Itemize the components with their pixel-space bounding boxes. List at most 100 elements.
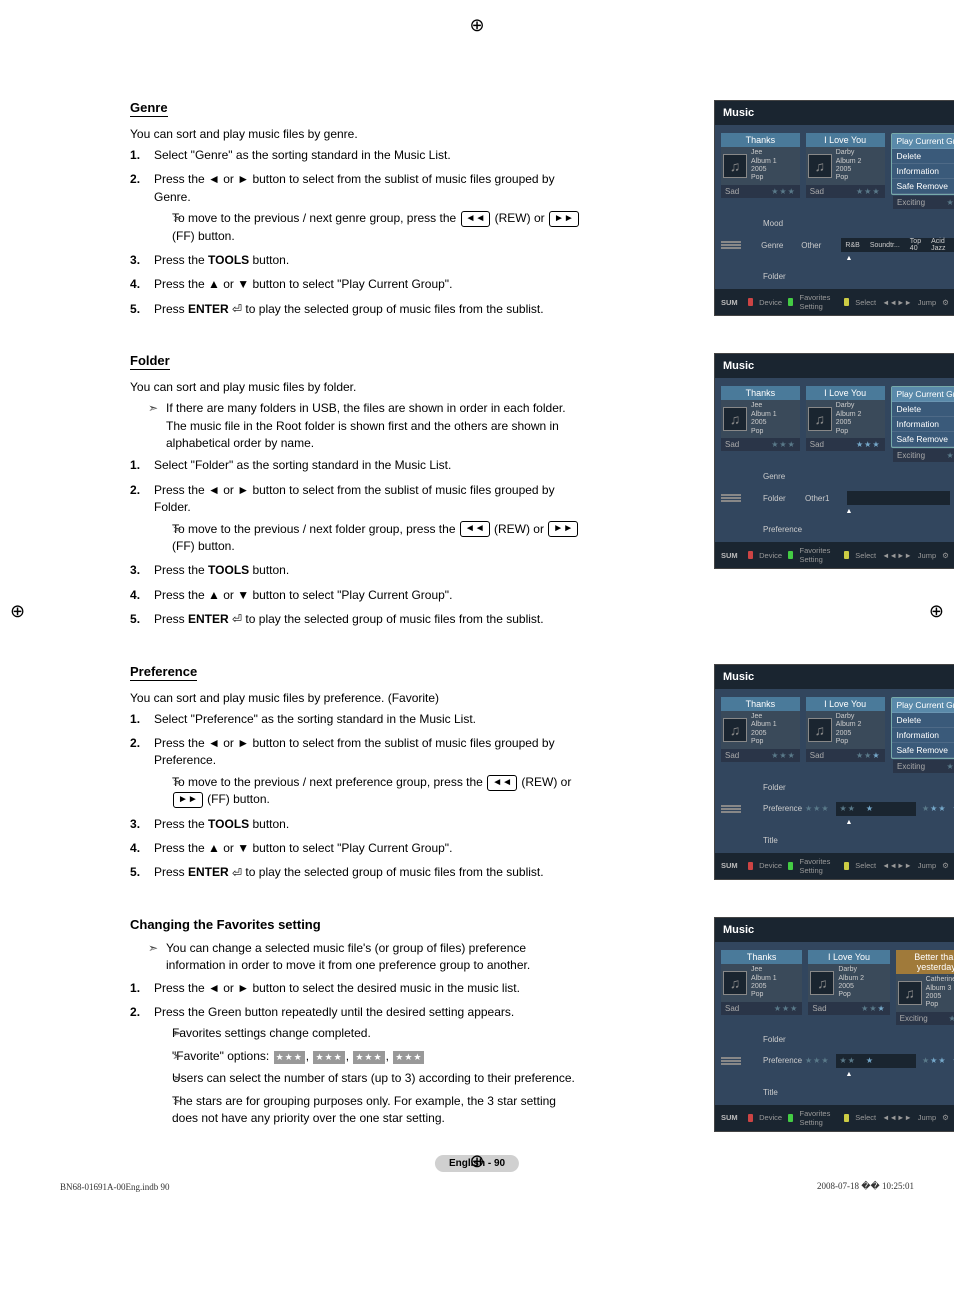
genre-intro: You can sort and play music files by gen… bbox=[130, 127, 580, 141]
text: Press the ◄ or ► button to select from t… bbox=[154, 483, 555, 514]
pref-step-5: 5 Press ENTER ⏎ to play the selected gro… bbox=[130, 864, 580, 882]
stars-1: ★★★ bbox=[861, 1004, 886, 1013]
screenshot-footer: SUM Device Favorites Setting Select ◄◄►►… bbox=[715, 289, 954, 315]
artist: Jee bbox=[751, 149, 777, 157]
genre-step-2: 2Press the ◄ or ► button to select from … bbox=[130, 171, 580, 245]
tools-label: TOOLS bbox=[208, 817, 249, 831]
category-row-preference-active: Preference ★★★ ★★★ ★★★ ★★★ bbox=[721, 1054, 954, 1068]
screenshot-footer: SUM Device Favorites Setting Select ◄◄►►… bbox=[715, 542, 954, 568]
menu-safe-remove[interactable]: Safe Remove bbox=[892, 743, 954, 758]
tile-title: I Love You bbox=[806, 133, 885, 147]
menu-safe-remove[interactable]: Safe Remove bbox=[892, 432, 954, 447]
stars: ★★★ bbox=[856, 187, 881, 196]
music-tile-1: Thanks ♫ JeeAlbum 12005Pop Sad★★★ bbox=[721, 133, 800, 198]
genre-tag: Pop bbox=[751, 174, 777, 182]
folder-step-4: 4Press the ▲ or ▼ button to select "Play… bbox=[130, 587, 580, 604]
triangle-up-icon: ▲ bbox=[846, 1071, 853, 1078]
album: Album 3 bbox=[926, 985, 954, 993]
tools-icon: ⚙ bbox=[942, 1113, 949, 1122]
list-icon bbox=[721, 1057, 741, 1065]
menu-delete[interactable]: Delete bbox=[892, 402, 954, 417]
mood: Exciting bbox=[900, 1014, 928, 1023]
text: Select "Folder" as the sorting standard … bbox=[154, 458, 451, 472]
genre-step-4: 4Press the ▲ or ▼ button to select "Play… bbox=[130, 276, 580, 293]
cat-folder: Folder bbox=[763, 783, 799, 792]
genre-step-3: 3 Press the TOOLS button. bbox=[130, 252, 580, 269]
screenshot-footer: SUM Device Favorites Setting Select ◄◄►►… bbox=[715, 1105, 954, 1131]
star-opt-2: ★★★ bbox=[353, 1051, 384, 1064]
context-menu: Play Current Group Delete Information Sa… bbox=[891, 697, 954, 759]
menu-delete[interactable]: Delete bbox=[892, 149, 954, 164]
music-note-icon: ♫ bbox=[723, 407, 747, 431]
stars: ★★★ bbox=[948, 1014, 954, 1023]
stars: ★★★ bbox=[771, 751, 796, 760]
menu-play-current[interactable]: Play Current Group bbox=[892, 387, 954, 402]
text: "Favorite" options: bbox=[172, 1049, 273, 1063]
music-note-icon: ♫ bbox=[808, 154, 832, 178]
context-menu: Play Current Group Delete Information Sa… bbox=[891, 386, 954, 448]
fav-b4: The stars are for grouping purposes only… bbox=[154, 1093, 580, 1128]
preference-intro: You can sort and play music files by pre… bbox=[130, 691, 580, 705]
album: Album 1 bbox=[751, 158, 777, 166]
jump-label: Jump bbox=[918, 298, 936, 307]
menu-information[interactable]: Information bbox=[892, 417, 954, 432]
category-row-genre: Genre Other R&B Soundtr... Top 40 Acid J… bbox=[721, 238, 954, 252]
fav-step-1: 1Press the ◄ or ► button to select the d… bbox=[130, 980, 580, 997]
cat-label: Mood bbox=[763, 219, 799, 228]
mood: Sad bbox=[725, 1004, 739, 1013]
text: to play the selected group of music file… bbox=[242, 865, 543, 879]
tile-title: Better than yesterday bbox=[896, 950, 954, 974]
fav-label: Favorites Setting bbox=[799, 293, 837, 311]
album: Album 2 bbox=[836, 411, 862, 419]
tile-title: I Love You bbox=[808, 950, 889, 964]
tile-title: Thanks bbox=[721, 697, 800, 711]
cat-label: Preference bbox=[763, 804, 799, 813]
artist: Darby bbox=[836, 402, 862, 410]
sh-title: Music bbox=[715, 354, 954, 378]
favorites-note: You can change a selected music file's (… bbox=[130, 940, 580, 975]
mood: Sad bbox=[810, 187, 824, 196]
preference-heading: Preference bbox=[130, 664, 197, 681]
green-button-icon bbox=[788, 862, 793, 870]
ff-button-icon: ►► bbox=[548, 521, 578, 537]
menu-information[interactable]: Information bbox=[892, 164, 954, 179]
pref-2: ★★★ bbox=[922, 804, 947, 813]
select-label: Select bbox=[855, 298, 876, 307]
screenshot-genre: Music Thanks ♫ JeeAlbum 12005Pop Sad★★★ … bbox=[714, 100, 954, 316]
music-note-icon: ♫ bbox=[723, 718, 747, 742]
device-label: Device bbox=[759, 1113, 782, 1122]
genre-tag: Pop bbox=[926, 1001, 954, 1009]
menu-play-current[interactable]: Play Current Group bbox=[892, 698, 954, 713]
fav-step-2: 2Press the Green button repeatedly until… bbox=[130, 1004, 580, 1127]
album: Album 1 bbox=[751, 975, 777, 983]
artist: Jee bbox=[751, 713, 777, 721]
jump-label: Jump bbox=[918, 861, 936, 870]
genre-acid-jazz: Acid Jazz bbox=[931, 238, 945, 252]
menu-information[interactable]: Information bbox=[892, 728, 954, 743]
text: Press the Green button repeatedly until … bbox=[154, 1005, 514, 1019]
text: Select "Preference" as the sorting stand… bbox=[154, 712, 476, 726]
cat-label: Genre bbox=[761, 241, 795, 250]
enter-label: ENTER bbox=[188, 302, 229, 316]
folder-heading: Folder bbox=[130, 353, 170, 370]
mood-exciting: Exciting bbox=[897, 198, 925, 207]
red-button-icon bbox=[748, 1114, 753, 1122]
stars: ★★★ bbox=[771, 187, 796, 196]
genre-tag: Pop bbox=[751, 428, 777, 436]
registration-mark-top: ⊕ bbox=[469, 15, 484, 36]
stars: ★★★ bbox=[946, 198, 954, 207]
genre-tag: Pop bbox=[838, 991, 864, 999]
list-icon bbox=[721, 241, 741, 249]
menu-play-current[interactable]: Play Current Group bbox=[892, 134, 954, 149]
rew-button-icon: ◄◄ bbox=[461, 211, 491, 227]
text: Press the ▲ or ▼ button to select "Play … bbox=[154, 841, 452, 855]
album: Album 2 bbox=[836, 158, 862, 166]
cat-label: Folder bbox=[763, 494, 799, 503]
registration-mark-bottom: ⊕ bbox=[469, 1151, 484, 1172]
red-button-icon bbox=[748, 551, 753, 559]
music-tile-2: I Love You ♫ DarbyAlbum 22005Pop Sad★★★ bbox=[806, 697, 885, 762]
text: (FF) button. bbox=[172, 229, 235, 243]
menu-safe-remove[interactable]: Safe Remove bbox=[892, 179, 954, 194]
menu-delete[interactable]: Delete bbox=[892, 713, 954, 728]
select-label: Select bbox=[855, 1113, 876, 1122]
